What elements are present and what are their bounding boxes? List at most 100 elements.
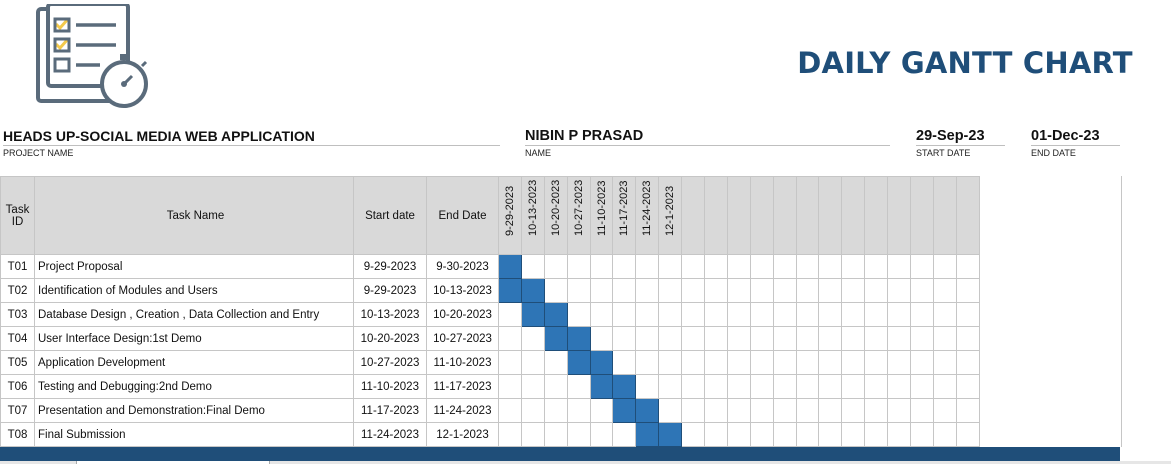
header-start-date: Start date — [353, 176, 427, 255]
timeline-header: 10-20-2023 — [543, 176, 568, 255]
timeline-cell — [910, 398, 934, 423]
timeline-cell — [681, 302, 706, 327]
task-end-date: 10-27-2023 — [426, 326, 499, 351]
timeline-cell — [543, 422, 568, 447]
timeline-cell — [955, 374, 980, 399]
task-id: T07 — [0, 398, 35, 423]
timeline-cell — [795, 326, 820, 351]
task-id: T06 — [0, 374, 35, 399]
timeline-header — [955, 176, 980, 255]
gantt-bar-cell — [635, 422, 660, 447]
timeline-cell — [818, 326, 843, 351]
gantt-bar-cell — [612, 398, 637, 423]
timeline-cell — [841, 302, 866, 327]
timeline-cell — [498, 326, 522, 351]
project-name-value: HEADS UP-SOCIAL MEDIA WEB APPLICATION — [3, 128, 315, 144]
end-date-label: END DATE — [1031, 148, 1076, 158]
timeline-cell — [612, 254, 637, 279]
task-row: T03 Database Design , Creation , Data Col… — [0, 302, 980, 327]
timeline-cell — [795, 374, 820, 399]
timeline-cell — [887, 302, 912, 327]
timeline-cell — [498, 422, 522, 447]
task-start-date: 11-24-2023 — [353, 422, 427, 447]
grid-right-border — [1121, 176, 1122, 447]
timeline-cell — [841, 254, 866, 279]
timeline-cell — [635, 278, 660, 303]
timeline-cell — [520, 326, 545, 351]
timeline-date-label: 11-17-2023 — [618, 180, 631, 236]
timeline-cell — [864, 278, 889, 303]
timeline-cell — [864, 398, 889, 423]
timeline-cell — [887, 350, 912, 375]
timeline-cell — [681, 374, 706, 399]
timeline-cell — [955, 350, 980, 375]
timeline-cell — [955, 326, 980, 351]
timeline-cell — [749, 254, 774, 279]
timeline-cell — [704, 254, 728, 279]
timeline-header: 11-17-2023 — [612, 176, 637, 255]
timeline-cell — [498, 350, 522, 375]
timeline-cell — [749, 278, 774, 303]
timeline-cell — [864, 326, 889, 351]
timeline-cell — [635, 326, 660, 351]
timeline-cell — [704, 422, 728, 447]
timeline-cell — [520, 422, 545, 447]
timeline-cell — [818, 350, 843, 375]
timeline-cell — [658, 254, 683, 279]
owner-name-label: NAME — [525, 148, 552, 158]
start-date-field: 29-Sep-23 START DATE — [916, 128, 1005, 158]
task-name: Project Proposal — [34, 254, 354, 279]
timeline-cell — [818, 422, 843, 447]
task-name: Identification of Modules and Users — [34, 278, 354, 303]
timeline-cell — [795, 278, 820, 303]
timeline-cell — [910, 326, 934, 351]
task-start-date: 10-20-2023 — [353, 326, 427, 351]
timeline-cell — [658, 350, 683, 375]
task-row: T02 Identification of Modules and Users 9-… — [0, 278, 980, 303]
timeline-cell — [498, 302, 522, 327]
page-title: DAILY GANTT CHART — [797, 46, 1133, 80]
timeline-cell — [841, 350, 866, 375]
timeline-cell — [681, 326, 706, 351]
task-end-date: 11-10-2023 — [426, 350, 499, 375]
timeline-cell — [772, 302, 797, 327]
task-id: T05 — [0, 350, 35, 375]
gantt-bar-cell — [498, 278, 522, 303]
task-row: T06 Testing and Debugging:2nd Demo 11-10-2… — [0, 374, 980, 399]
task-row: T08 Final Submission 11-24-2023 12-1-2023 — [0, 422, 980, 447]
timeline-cell — [772, 398, 797, 423]
task-id: T08 — [0, 422, 35, 447]
task-row: T04 User Interface Design:1st Demo 10-20-2… — [0, 326, 980, 351]
timeline-cell — [543, 350, 568, 375]
timeline-cell — [795, 350, 820, 375]
task-end-date: 11-24-2023 — [426, 398, 499, 423]
timeline-cell — [818, 374, 843, 399]
timeline-cell — [887, 374, 912, 399]
timeline-cell — [955, 254, 980, 279]
timeline-cell — [887, 422, 912, 447]
timeline-cell — [566, 422, 591, 447]
timeline-header — [841, 176, 866, 255]
task-name: Testing and Debugging:2nd Demo — [34, 374, 354, 399]
gantt-bar-cell — [566, 326, 591, 351]
gantt-bar-cell — [658, 422, 683, 447]
timeline-cell — [704, 278, 728, 303]
task-id: T02 — [0, 278, 35, 303]
timeline-cell — [726, 398, 751, 423]
gantt-bar-cell — [543, 302, 568, 327]
timeline-cell — [498, 398, 522, 423]
project-name-label: PROJECT NAME — [3, 148, 74, 158]
timeline-cell — [864, 422, 889, 447]
timeline-cell — [566, 398, 591, 423]
timeline-cell — [635, 302, 660, 327]
timeline-cell — [887, 278, 912, 303]
timeline-header — [772, 176, 797, 255]
timeline-cell — [566, 254, 591, 279]
timeline-header — [864, 176, 889, 255]
timeline-header — [795, 176, 820, 255]
timeline-cell — [726, 278, 751, 303]
timeline-cell — [658, 398, 683, 423]
header-end-date: End Date — [426, 176, 499, 255]
timeline-cell — [704, 326, 728, 351]
timeline-header — [726, 176, 751, 255]
